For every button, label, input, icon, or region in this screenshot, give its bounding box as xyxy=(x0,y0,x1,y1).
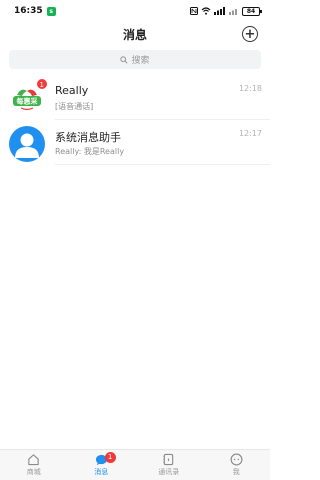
wifi-icon xyxy=(201,7,211,15)
conversation-preview: Really: 我是Really xyxy=(55,147,125,156)
conversation-body: Really [语音通话] 12:18 xyxy=(55,78,270,120)
conversation-preview: [语音通话] xyxy=(55,102,94,111)
nfc-icon xyxy=(190,7,198,15)
tab-messages[interactable]: 1 消息 xyxy=(68,450,136,480)
app-notification-icon: s xyxy=(46,6,56,16)
tab-label: 我 xyxy=(232,468,240,476)
conversation-time: 12:18 xyxy=(238,84,262,93)
battery-icon: 84 xyxy=(242,6,262,16)
system-avatar xyxy=(9,126,45,162)
contacts-icon xyxy=(163,453,174,466)
status-time: 16:35 xyxy=(14,6,43,16)
avatar: 每惠采 1 xyxy=(9,78,48,117)
svg-text:每惠采: 每惠采 xyxy=(17,97,39,106)
plus-circle-icon[interactable]: + xyxy=(242,26,258,42)
tab-unread-badge: 1 xyxy=(104,452,116,463)
tab-contacts[interactable]: 通讯录 xyxy=(135,450,203,480)
tab-me[interactable]: 我 xyxy=(203,450,271,480)
page-title: 消息 xyxy=(122,27,147,42)
status-indicators: 84 xyxy=(190,6,262,16)
tab-label: 通讯录 xyxy=(158,468,180,476)
conversation-name: Really xyxy=(55,84,89,97)
signal-2-icon xyxy=(229,9,237,15)
unread-badge: 1 xyxy=(35,78,48,90)
search-input[interactable]: 搜索 xyxy=(9,50,261,69)
search-placeholder: 搜索 xyxy=(131,56,150,66)
home-icon xyxy=(28,454,39,466)
page-header: 消息 + xyxy=(0,22,270,46)
list-item[interactable]: 每惠采 1 Really [语音通话] 12:18 xyxy=(0,78,270,120)
status-bar: 16:35 s 84 xyxy=(0,0,270,22)
list-item[interactable]: 系统消息助手 Really: 我是Really 12:17 xyxy=(0,123,270,165)
tab-label: 商城 xyxy=(26,468,41,476)
tab-mall[interactable]: 商城 xyxy=(0,450,68,480)
bottom-tab-bar: 商城 1 消息 通讯录 我 xyxy=(0,449,270,480)
avatar xyxy=(9,126,45,162)
person-icon xyxy=(15,133,39,158)
signal-icon xyxy=(214,7,225,15)
tab-label: 消息 xyxy=(94,468,109,476)
conversation-name: 系统消息助手 xyxy=(55,131,121,144)
conversation-time: 12:17 xyxy=(238,129,262,138)
profile-icon xyxy=(230,453,243,466)
conversation-list: 每惠采 1 Really [语音通话] 12:18 系统消息助手 Really:… xyxy=(0,78,270,165)
search-icon xyxy=(120,55,129,64)
conversation-body: 系统消息助手 Really: 我是Really 12:17 xyxy=(55,123,270,165)
